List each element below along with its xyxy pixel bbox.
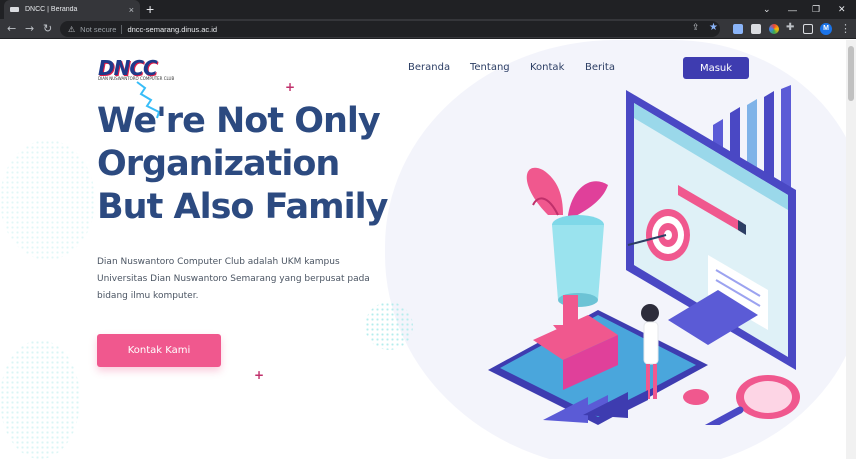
- sidepanel-icon[interactable]: [803, 24, 813, 34]
- extension-icon[interactable]: ✚: [786, 22, 794, 33]
- hero-illustration: [488, 85, 800, 425]
- divider: [121, 24, 123, 34]
- dot-pattern: [365, 302, 413, 350]
- nav-item-kontak[interactable]: Kontak: [530, 62, 564, 73]
- new-tab-button[interactable]: +: [146, 1, 154, 17]
- warning-icon[interactable]: ⚠: [68, 25, 75, 34]
- extension-2-icon[interactable]: [751, 24, 761, 34]
- browser-toolbar: ← → ↻ ⚠ Not secure dncc-semarang.dinus.a…: [0, 19, 856, 39]
- minimize-icon[interactable]: —: [788, 0, 797, 19]
- star-icon[interactable]: ★: [709, 22, 718, 33]
- security-label[interactable]: Not secure: [80, 25, 116, 34]
- nav-item-beranda[interactable]: Beranda: [408, 62, 450, 73]
- scrollbar-thumb[interactable]: [848, 46, 854, 101]
- dot-pattern: [0, 340, 80, 459]
- tab-title: DNCC | Beranda: [25, 6, 78, 13]
- address-bar[interactable]: ⚠ Not secure dncc-semarang.dinus.ac.id: [60, 21, 720, 37]
- favicon-icon: [10, 7, 19, 12]
- browser-tabstrip: DNCC | Beranda × + ⌄ — ❐ ✕: [0, 0, 856, 19]
- extension-1-icon[interactable]: [733, 24, 743, 34]
- dot-pattern: [0, 140, 95, 260]
- url-text[interactable]: dncc-semarang.dinus.ac.id: [127, 25, 217, 34]
- headline-line-3: But Also Family: [97, 187, 388, 227]
- plus-decoration: +: [254, 368, 265, 382]
- hero-description: Dian Nuswantoro Computer Club adalah UKM…: [97, 257, 370, 301]
- close-window-icon[interactable]: ✕: [838, 0, 846, 19]
- browser-tab[interactable]: DNCC | Beranda ×: [4, 0, 140, 19]
- maximize-icon[interactable]: ❐: [812, 0, 820, 19]
- reload-icon[interactable]: ↻: [43, 22, 52, 35]
- profile-avatar[interactable]: M: [820, 23, 832, 35]
- login-button[interactable]: Masuk: [683, 57, 749, 79]
- plant-graphic: [526, 167, 608, 307]
- tab-close-icon[interactable]: ×: [129, 5, 134, 15]
- nav-item-berita[interactable]: Berita: [585, 62, 615, 73]
- plus-decoration: +: [285, 80, 296, 94]
- extension-3-icon[interactable]: [769, 24, 779, 34]
- headline-line-1: We're Not Only: [97, 101, 381, 141]
- page-scrollbar[interactable]: [846, 40, 856, 459]
- menu-dots-icon[interactable]: ⋮: [840, 22, 851, 35]
- contact-us-button[interactable]: Kontak Kami: [97, 334, 221, 367]
- headline-line-2: Organization: [97, 144, 340, 184]
- page: DNCC DIAN NUSWANTORO COMPUTER CLUB Beran…: [0, 40, 856, 459]
- forward-arrow-icon[interactable]: →: [25, 22, 34, 35]
- magnifier-graphic: [683, 375, 800, 425]
- nav-item-tentang[interactable]: Tentang: [470, 62, 510, 73]
- tab-search-icon[interactable]: ⌄: [763, 0, 771, 19]
- hero-headline: We're Not Only Organization But Also Fam…: [97, 100, 397, 229]
- dncc-logo[interactable]: DNCC DIAN NUSWANTORO COMPUTER CLUB: [98, 56, 174, 82]
- back-arrow-icon[interactable]: ←: [7, 22, 16, 35]
- share-icon[interactable]: ⇪: [692, 23, 700, 33]
